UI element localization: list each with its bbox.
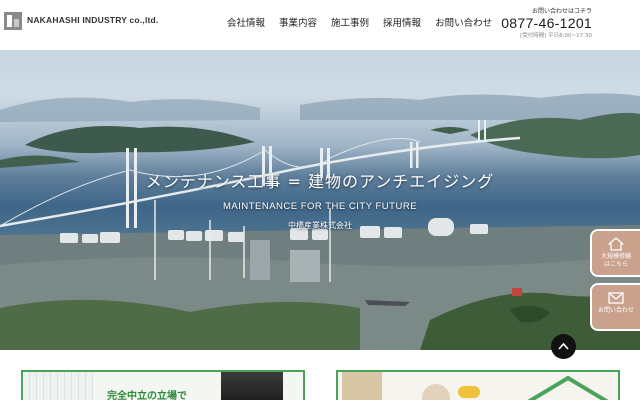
- business-hours: [受付時間] 平日8:00~17:30: [520, 33, 592, 39]
- house-icon: [608, 237, 624, 251]
- speech-bubble-icon: [458, 386, 480, 398]
- large-scale-repair-label-1: 大規模修繕: [600, 253, 631, 260]
- contact-caption: お問い合わせはコチラ: [531, 8, 592, 15]
- mail-icon: [608, 292, 624, 304]
- hero-company-name: 中橋産業株式会社: [288, 221, 352, 230]
- hero-title: メンテナンス工事 = 建物のアンチエイジング: [145, 172, 495, 191]
- company-logo-icon[interactable]: [4, 12, 22, 30]
- company-name[interactable]: NAKAHASHI INDUSTRY co.,ltd.: [27, 15, 159, 25]
- hero-landscape-image: [0, 93, 640, 350]
- nav-company-info[interactable]: 会社情報: [227, 15, 265, 29]
- neutral-position-card[interactable]: 完全中立の立場で: [21, 370, 305, 400]
- house-outline-icon: [527, 375, 609, 400]
- hero-banner: メンテナンス工事 = 建物のアンチエイジング MAINTENANCE FOR T…: [0, 50, 640, 350]
- large-scale-repair-label-2: はこちら: [603, 261, 628, 268]
- nav-works[interactable]: 施工事例: [331, 15, 369, 29]
- large-scale-repair-button[interactable]: 大規模修繕 はこちら: [590, 229, 640, 277]
- scroll-to-top-button[interactable]: [551, 334, 576, 359]
- building-photo: [221, 372, 283, 400]
- chevron-up-icon: [558, 342, 569, 350]
- team-card[interactable]: [336, 370, 620, 400]
- hero-subtitle: MAINTENANCE FOR THE CITY FUTURE: [222, 201, 418, 212]
- phone-number[interactable]: 0877-46-1201: [501, 15, 592, 31]
- blueprint-image: [23, 372, 93, 400]
- nav-recruit[interactable]: 採用情報: [383, 15, 421, 29]
- neutral-position-text: 完全中立の立場で: [107, 391, 187, 400]
- site-header: NAKAHASHI INDUSTRY co.,ltd. 会社情報 事業内容 施工…: [0, 0, 640, 50]
- nav-business[interactable]: 事業内容: [279, 15, 317, 29]
- contact-side-button[interactable]: お問い合わせ: [590, 283, 640, 331]
- nav-contact[interactable]: お問い合わせ: [435, 15, 492, 29]
- contact-side-label: お問い合わせ: [597, 307, 634, 314]
- staff-photo: [342, 372, 382, 400]
- staff-photo-2: [422, 384, 450, 400]
- main-nav: 会社情報 事業内容 施工事例 採用情報 お問い合わせ: [227, 15, 492, 29]
